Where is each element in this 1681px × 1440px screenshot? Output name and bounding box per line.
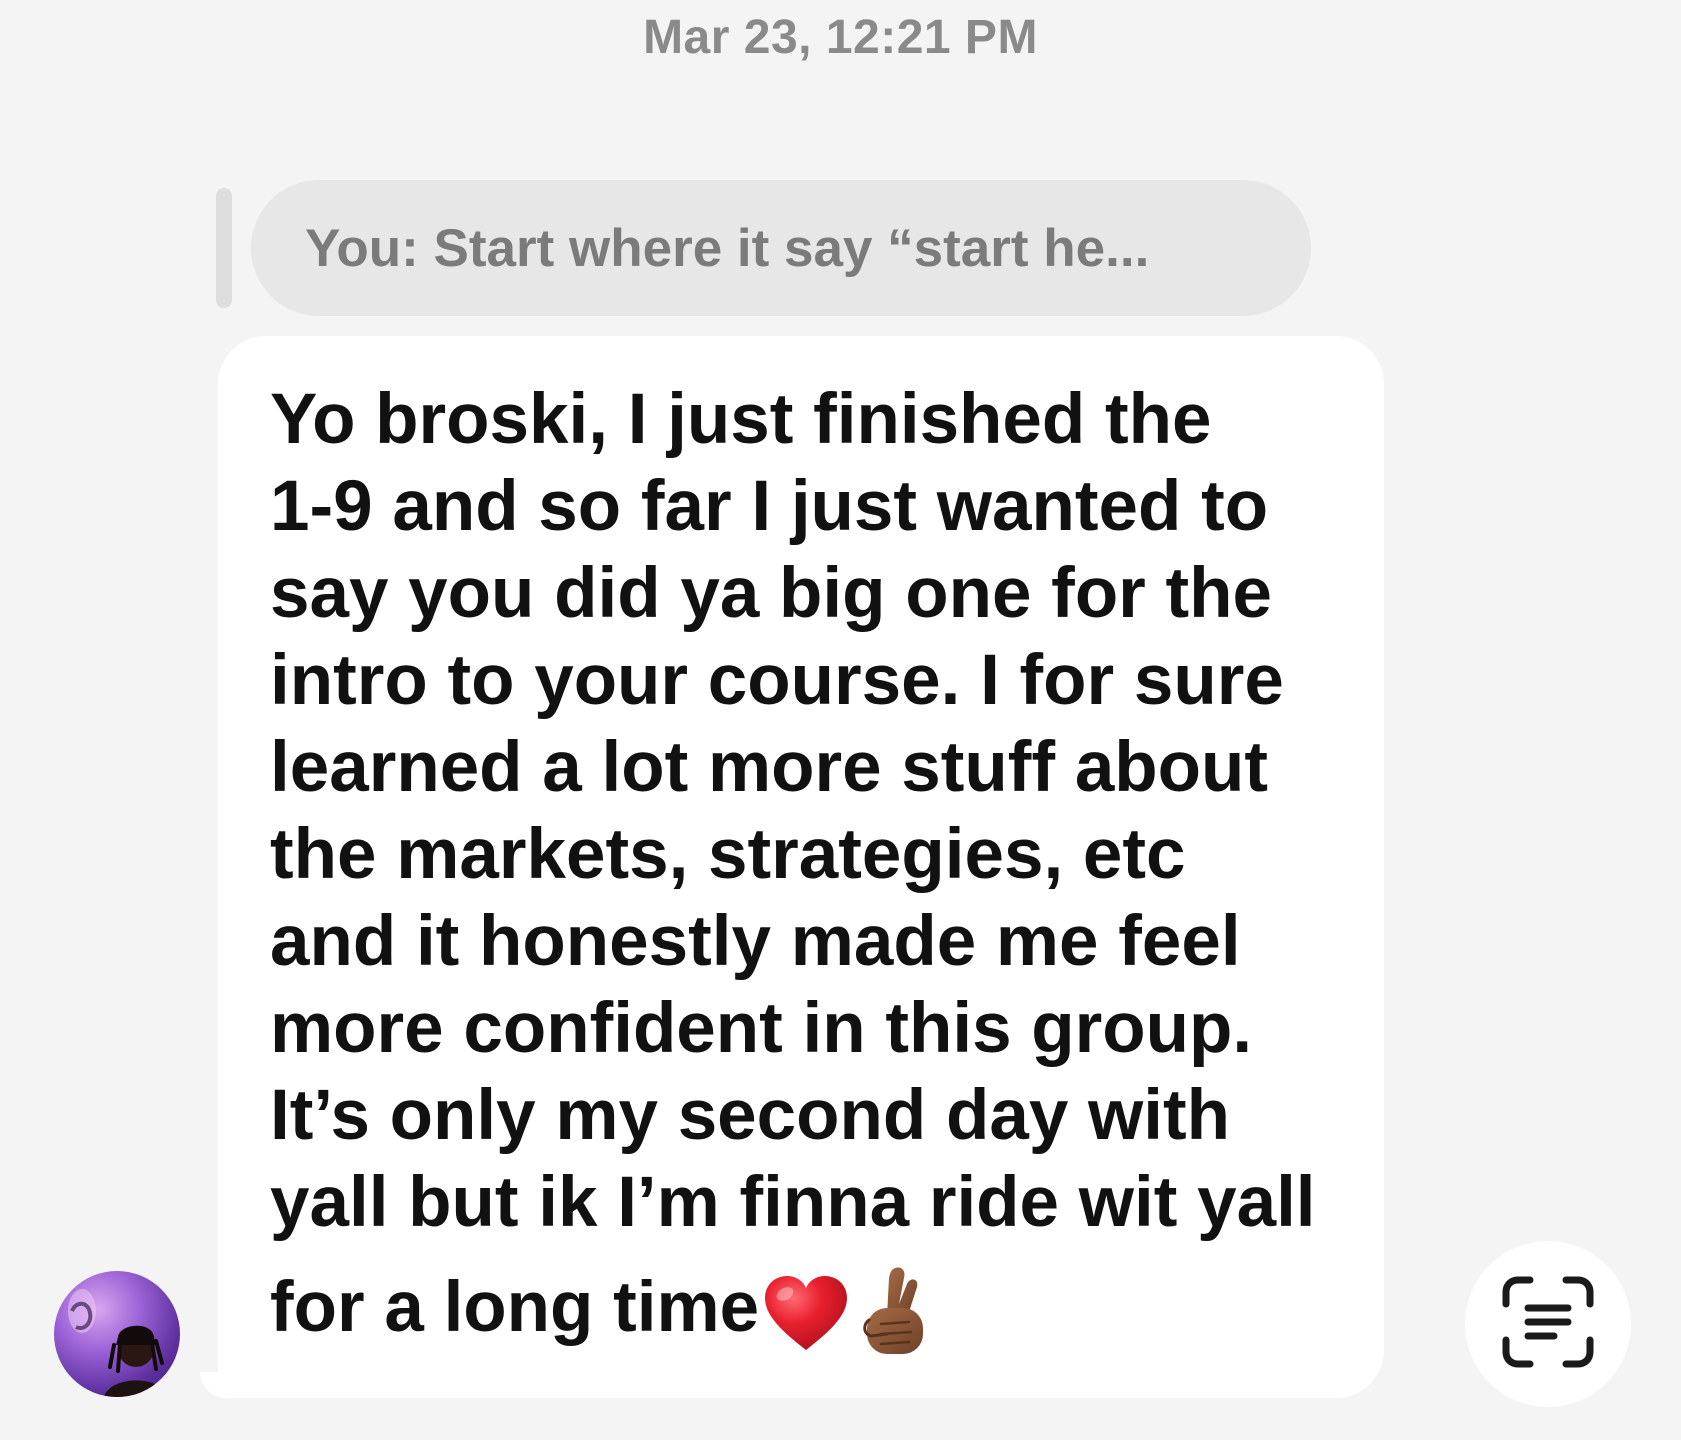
message-line: 1-9 and so far I just wanted to [270,467,1269,546]
message-line: more confident in this group. [270,989,1253,1068]
text-scan-icon [1500,1274,1596,1375]
message-bubble[interactable]: Yo broski, I just finished the 1-9 and s… [218,336,1384,1398]
avatar[interactable] [54,1271,180,1397]
timestamp: Mar 23, 12:21 PM [643,11,1038,64]
red-heart-icon [763,1274,849,1354]
message-line: It’s only my second day with [270,1076,1231,1155]
reply-preview[interactable]: You: Start where it say “start he... [251,180,1311,316]
message-line: Yo broski, I just finished the [270,380,1212,459]
text-scan-button[interactable] [1465,1241,1631,1407]
message-line: the markets, strategies, etc [270,815,1186,894]
message-line: learned a lot more stuff about [270,728,1269,807]
message-line: yall but ik I’m finna ride wit yall [270,1163,1316,1242]
message-line: for a long time [270,1267,760,1347]
message-line: intro to your course. I for sure [270,641,1284,720]
message-line: and it honestly made me feel [270,902,1241,981]
message-line: say you did ya big one for the [270,554,1273,633]
reply-indicator-bar [216,188,232,308]
crossed-fingers-icon [859,1264,931,1360]
message-text: Yo broski, I just finished the 1-9 and s… [270,376,1344,1360]
message-last-line: for a long time [270,1254,1344,1360]
